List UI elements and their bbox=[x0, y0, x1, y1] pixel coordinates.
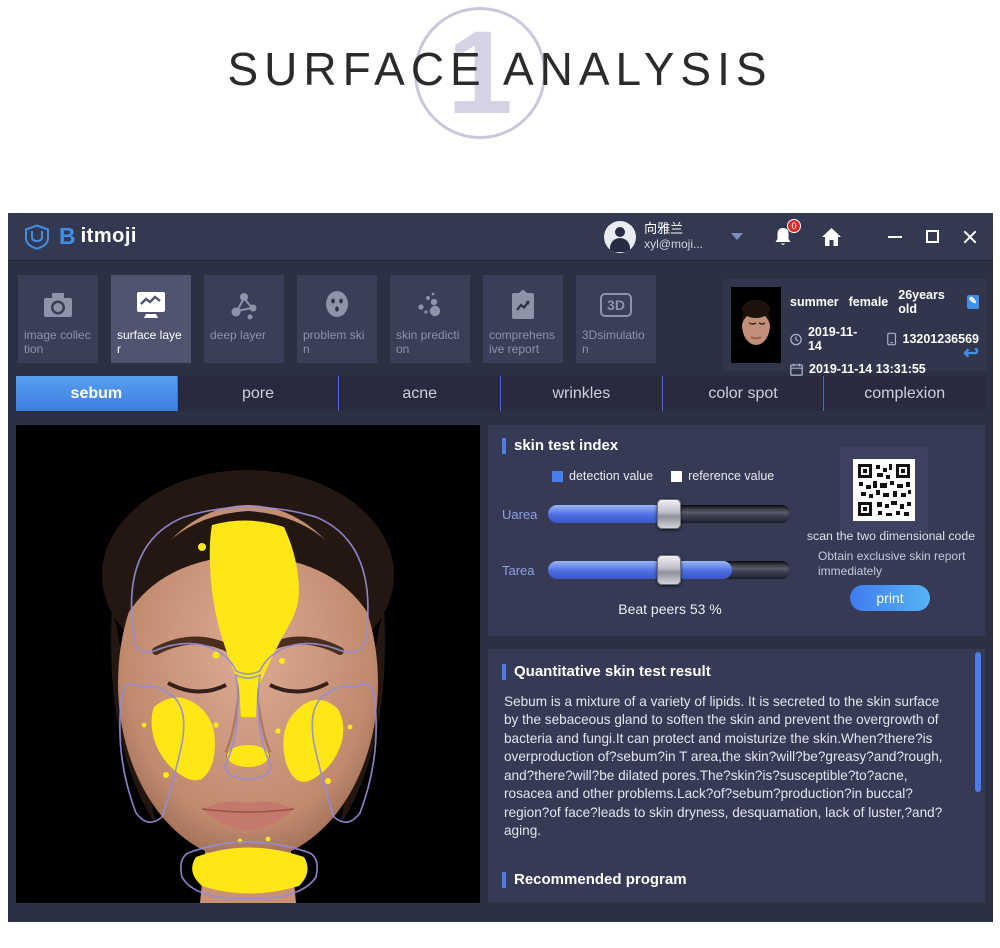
slider-tarea-track[interactable] bbox=[548, 561, 790, 579]
monitor-wave-icon bbox=[133, 286, 169, 324]
result-body-text: Sebum is a mixture of a variety of lipid… bbox=[504, 693, 956, 841]
tab-sebum[interactable]: sebum bbox=[16, 376, 177, 411]
tab-wrinkles[interactable]: wrinkles bbox=[500, 376, 662, 411]
patient-season: summer bbox=[790, 295, 839, 309]
toolbar-item-image-collection[interactable]: image collection bbox=[18, 275, 98, 363]
slider-uarea-handle[interactable] bbox=[657, 499, 681, 529]
toolbar-item-deep-layer[interactable]: deep layer bbox=[204, 275, 284, 363]
clock-icon bbox=[790, 333, 802, 346]
patient-card: summer female 26years old ✎ 2019-11-14 1… bbox=[723, 279, 987, 371]
legend-reference-label: reference value bbox=[688, 469, 774, 483]
notification-badge: 0 bbox=[787, 219, 801, 233]
chevron-down-icon[interactable] bbox=[731, 233, 743, 240]
reference-swatch bbox=[671, 471, 682, 482]
quantitative-title: Quantitative skin test result bbox=[502, 663, 711, 680]
notifications-button[interactable]: 0 bbox=[773, 226, 793, 248]
toolbar-item-label: deep layer bbox=[210, 328, 266, 342]
brand-logo: B itmoji bbox=[24, 223, 137, 250]
toolbar-item-label: skin prediction bbox=[396, 328, 464, 356]
toolbar-item-comprehensive-report[interactable]: comprehensive report bbox=[483, 275, 563, 363]
phone-icon bbox=[887, 332, 896, 346]
tab-color-spot[interactable]: color spot bbox=[662, 376, 824, 411]
slider-uarea: Uarea bbox=[502, 505, 790, 523]
mode-toolbar: image collection surface layer deep laye… bbox=[18, 275, 656, 363]
page-header: 1 SURFACE ANALYSIS bbox=[0, 0, 1000, 195]
skin-test-index-panel: skin test index detection value referenc… bbox=[488, 425, 985, 636]
patient-gender: female bbox=[849, 295, 889, 309]
patient-date: 2019-11-14 bbox=[808, 325, 866, 353]
toolbar-item-skin-prediction[interactable]: skin prediction bbox=[390, 275, 470, 363]
home-button[interactable] bbox=[821, 227, 842, 247]
slider-tarea-handle[interactable] bbox=[657, 555, 681, 585]
face-icon bbox=[322, 286, 352, 324]
edit-icon[interactable]: ✎ bbox=[967, 295, 979, 309]
skin-test-title: skin test index bbox=[502, 437, 618, 454]
toolbar-item-label: surface layer bbox=[117, 328, 185, 356]
calendar-icon bbox=[790, 363, 803, 376]
page-title: SURFACE ANALYSIS bbox=[0, 0, 1000, 96]
user-email: xyl@moji... bbox=[644, 237, 703, 252]
qr-subcaption: Obtain exclusive skin report immediately bbox=[818, 549, 976, 579]
toolbar-item-problem-skin[interactable]: problem skin bbox=[297, 275, 377, 363]
analysis-tabbar: sebum pore acne wrinkles color spot comp… bbox=[16, 376, 985, 411]
slider-uarea-track[interactable] bbox=[548, 505, 790, 523]
qr-code bbox=[853, 459, 915, 521]
brand-name: itmoji bbox=[81, 225, 137, 248]
toolbar-item-label: problem skin bbox=[303, 328, 371, 356]
qr-tile bbox=[840, 447, 928, 533]
slider-tarea: Tarea bbox=[502, 561, 790, 579]
toolbar-item-3d-simulation[interactable]: 3D 3Dsimulation bbox=[576, 275, 656, 363]
title-accent-bar bbox=[502, 664, 506, 680]
qr-caption: scan the two dimensional code bbox=[794, 529, 988, 543]
beat-peers-text: Beat peers 53 % bbox=[548, 601, 792, 617]
maximize-button[interactable] bbox=[926, 230, 939, 243]
slider-tarea-label: Tarea bbox=[502, 563, 540, 578]
detection-swatch bbox=[552, 471, 563, 482]
tab-acne[interactable]: acne bbox=[338, 376, 500, 411]
print-button[interactable]: print bbox=[850, 585, 930, 611]
tab-pore[interactable]: pore bbox=[177, 376, 339, 411]
legend-detection-label: detection value bbox=[569, 469, 653, 483]
slider-uarea-fill bbox=[548, 505, 669, 523]
slider-uarea-label: Uarea bbox=[502, 507, 540, 522]
avatar-head-icon bbox=[615, 227, 625, 237]
legend: detection value reference value bbox=[552, 469, 774, 483]
patient-photo bbox=[731, 287, 781, 363]
3d-box-icon: 3D bbox=[600, 286, 632, 324]
toolbar-item-label: comprehensive report bbox=[489, 328, 557, 356]
undo-icon[interactable]: ↩ bbox=[963, 342, 979, 365]
user-avatar[interactable] bbox=[604, 221, 636, 253]
close-button[interactable] bbox=[963, 230, 977, 244]
tab-complexion[interactable]: complexion bbox=[823, 376, 985, 411]
quantitative-result-panel: Quantitative skin test result Sebum is a… bbox=[488, 649, 985, 902]
minimize-button[interactable] bbox=[888, 236, 902, 238]
toolbar-item-label: 3Dsimulation bbox=[582, 328, 650, 356]
toolbar-item-surface-layer[interactable]: surface layer bbox=[111, 275, 191, 363]
screenshot-stage: { "header": { "title": "SURFACE ANALYSIS… bbox=[0, 0, 1000, 948]
slider-tarea-fill bbox=[548, 561, 732, 579]
title-bar: B itmoji 向雅兰 xyl@moji... bbox=[8, 213, 993, 261]
avatar-body-icon bbox=[610, 238, 630, 252]
camera-icon bbox=[41, 286, 75, 324]
toolbar-item-label: image collection bbox=[24, 328, 92, 356]
title-accent-bar bbox=[502, 438, 506, 454]
scrollbar-thumb[interactable] bbox=[975, 652, 981, 792]
clipboard-chart-icon bbox=[508, 286, 538, 324]
title-accent-bar bbox=[502, 872, 506, 888]
recommended-program-title: Recommended program bbox=[502, 871, 687, 888]
app-window: B itmoji 向雅兰 xyl@moji... bbox=[8, 213, 993, 922]
patient-age: 26years old bbox=[898, 288, 958, 316]
dots-icon bbox=[413, 286, 447, 324]
user-name: 向雅兰 bbox=[644, 221, 703, 237]
shield-logo-icon bbox=[24, 224, 50, 250]
patient-datetime: 2019-11-14 13:31:55 bbox=[809, 362, 926, 376]
face-analysis-image bbox=[16, 425, 480, 903]
molecule-icon bbox=[227, 286, 261, 324]
brand-initial: B bbox=[59, 223, 76, 250]
user-info: 向雅兰 xyl@moji... bbox=[644, 221, 703, 252]
